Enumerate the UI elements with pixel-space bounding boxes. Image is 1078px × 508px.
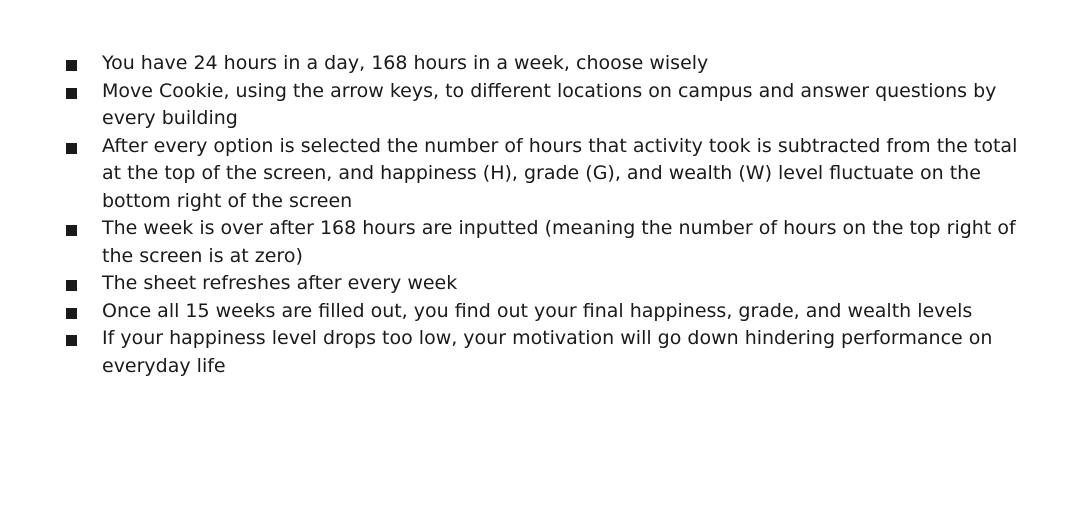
list-item: After every option is selected the numbe… bbox=[66, 133, 1026, 216]
square-bullet-icon bbox=[66, 60, 77, 71]
instructions-slide: You have 24 hours in a day, 168 hours in… bbox=[0, 0, 1078, 508]
list-item: If your happiness level drops too low, y… bbox=[66, 325, 1026, 380]
list-item-text: Once all 15 weeks are filled out, you fi… bbox=[102, 299, 973, 322]
square-bullet-icon bbox=[66, 335, 77, 346]
list-item: You have 24 hours in a day, 168 hours in… bbox=[66, 50, 1026, 78]
list-item-text: The sheet refreshes after every week bbox=[102, 272, 458, 294]
list-item: The week is over after 168 hours are inp… bbox=[66, 215, 1026, 270]
list-item-text: After every option is selected the numbe… bbox=[102, 134, 1018, 212]
list-item: The sheet refreshes after every week bbox=[66, 270, 1026, 298]
square-bullet-icon bbox=[66, 307, 77, 319]
square-bullet-icon bbox=[66, 225, 77, 236]
square-bullet-icon bbox=[66, 87, 77, 99]
list-item: Once all 15 weeks are filled out, you fi… bbox=[66, 298, 1026, 326]
instructions-list: You have 24 hours in a day, 168 hours in… bbox=[66, 50, 1026, 380]
list-item-text: Move Cookie, using the arrow keys, to di… bbox=[102, 79, 997, 130]
square-bullet-icon bbox=[66, 142, 77, 154]
list-item: Move Cookie, using the arrow keys, to di… bbox=[66, 78, 1026, 133]
list-item-text: The week is over after 168 hours are inp… bbox=[102, 217, 1016, 267]
list-item-text: You have 24 hours in a day, 168 hours in… bbox=[102, 52, 709, 74]
square-bullet-icon bbox=[66, 280, 77, 291]
list-item-text: If your happiness level drops too low, y… bbox=[102, 327, 993, 377]
